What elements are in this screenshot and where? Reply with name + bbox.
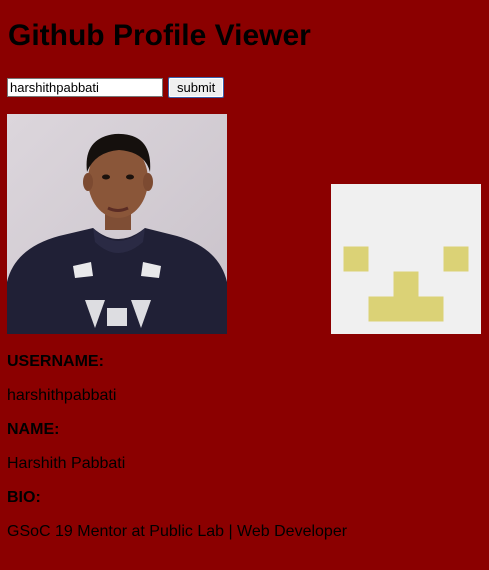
profile-photo — [7, 114, 227, 334]
username-value: harshithpabbati — [7, 387, 117, 404]
identicon — [331, 184, 481, 334]
username-input[interactable] — [7, 78, 163, 97]
bio-label: BIO: — [7, 489, 41, 506]
name-value: Harshith Pabbati — [7, 455, 126, 472]
username-label: USERNAME: — [7, 353, 104, 370]
bio-value: GSoC 19 Mentor at Public Lab | Web Devel… — [7, 523, 348, 540]
search-form: submit — [7, 77, 225, 98]
app-title: Github Profile Viewer — [8, 19, 311, 52]
name-label: NAME: — [7, 421, 60, 438]
submit-button[interactable]: submit — [168, 77, 225, 98]
